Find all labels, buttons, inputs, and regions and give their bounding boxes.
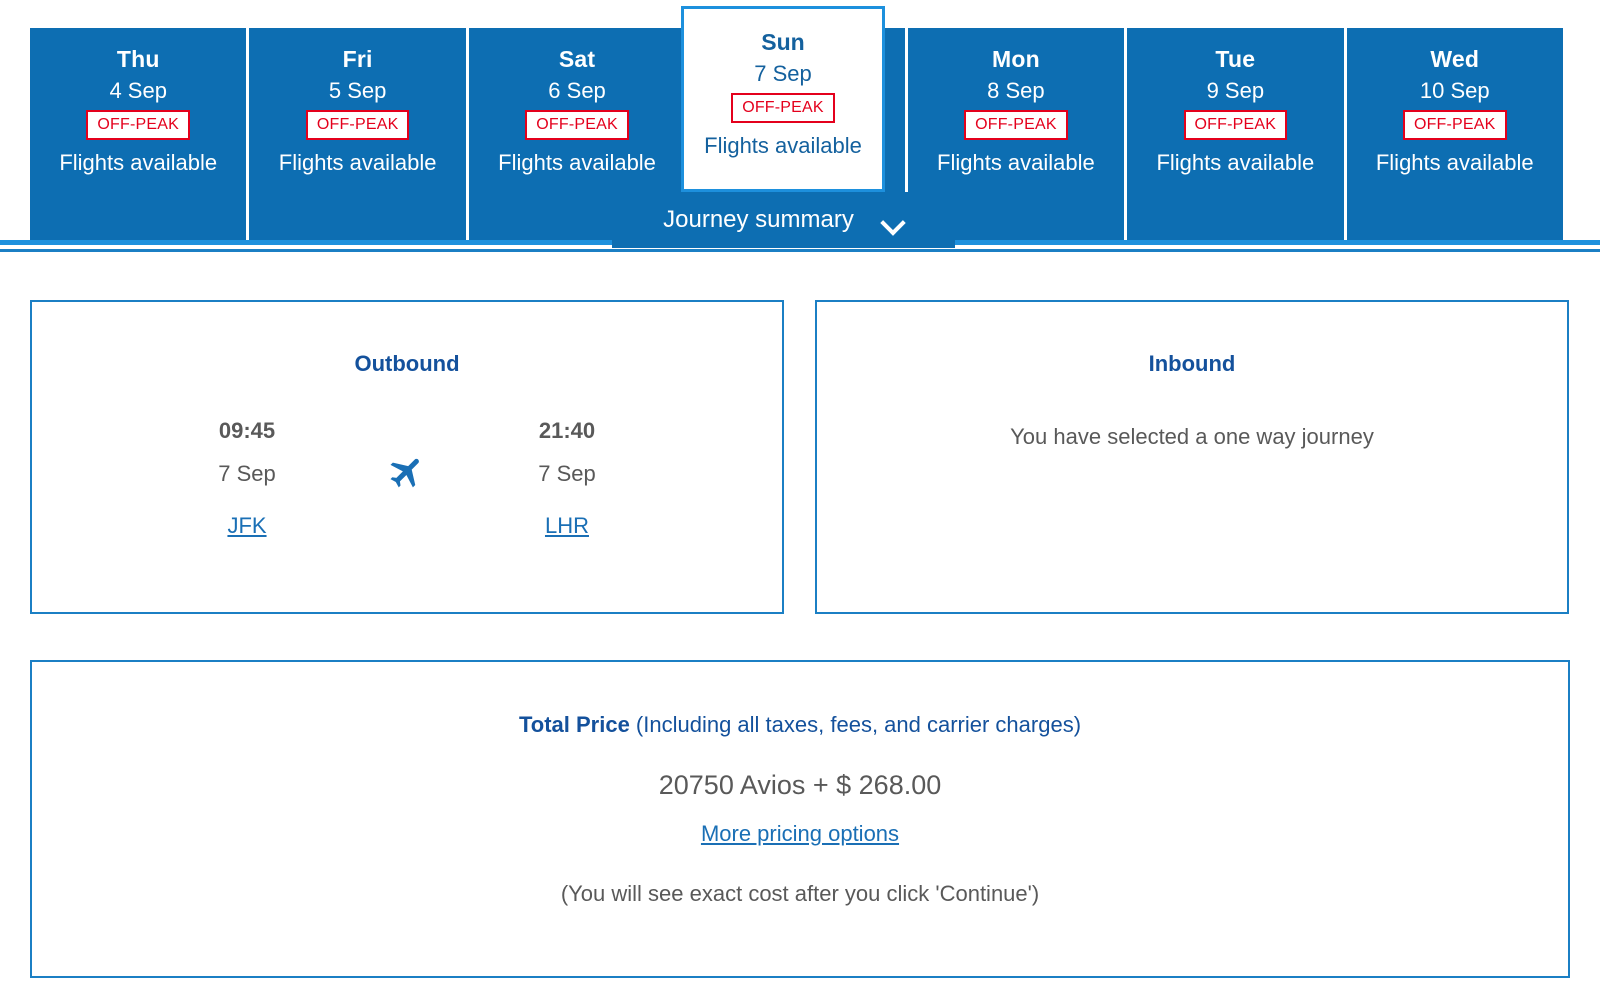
off-peak-badge: OFF-PEAK	[731, 93, 835, 123]
off-peak-badge: OFF-PEAK	[86, 110, 191, 140]
date-tab-day-of-week: Tue	[1215, 46, 1256, 72]
total-price-label: Total Price	[518, 712, 630, 737]
date-tab-date: 5 Sep	[328, 78, 387, 103]
selected-date-day-of-week: Sun	[761, 29, 805, 55]
flight-direction-indicator	[347, 414, 467, 492]
badge-row: OFF-PEAK	[469, 108, 685, 142]
inbound-message: You have selected a one way journey	[1010, 424, 1374, 449]
selected-date-date: 7 Sep	[754, 61, 812, 86]
date-tab-availability: Flights available	[1375, 150, 1534, 175]
airplane-icon	[387, 452, 427, 492]
off-peak-badge: OFF-PEAK	[305, 110, 410, 140]
total-price-sublabel: (Including all taxes, fees, and carrier …	[629, 712, 1082, 737]
outbound-depart-time: 09:45	[218, 418, 276, 443]
total-price-amount: 20750 Avios + $ 268.00	[658, 770, 942, 800]
date-tab-day-of-week: Thu	[116, 46, 160, 72]
date-tab-availability: Flights available	[59, 150, 218, 175]
outbound-depart-date: 7 Sep	[218, 461, 276, 486]
selected-date-card[interactable]: Sun 7 Sep OFF-PEAK Flights available	[681, 6, 885, 192]
outbound-arrive-time: 21:40	[538, 418, 596, 443]
date-tab-wed[interactable]: Wed 10 Sep OFF-PEAK Flights available	[1346, 28, 1563, 240]
selected-date-availability: Flights available	[704, 133, 862, 158]
date-tab-thu[interactable]: Thu 4 Sep OFF-PEAK Flights available	[30, 28, 250, 240]
badge-row: OFF-PEAK	[1127, 108, 1343, 142]
date-tab-tue[interactable]: Tue 9 Sep OFF-PEAK Flights available	[1127, 28, 1347, 240]
outbound-departure: 09:45 7 Sep JFK	[147, 414, 347, 552]
strip-divider-rule	[0, 249, 1600, 252]
date-tab-day-of-week: Mon	[991, 46, 1040, 72]
inbound-panel: Inbound You have selected a one way jour…	[815, 300, 1569, 614]
inbound-title: Inbound	[1148, 351, 1236, 376]
more-pricing-options-link[interactable]: More pricing options	[701, 819, 899, 849]
journey-summary-toggle[interactable]: Journey summary	[612, 192, 955, 248]
date-tab-date: 4 Sep	[109, 78, 167, 103]
outbound-arrival: 21:40 7 Sep LHR	[467, 414, 667, 552]
outbound-arrive-airport-link[interactable]: LHR	[467, 500, 667, 552]
date-tab-date: 6 Sep	[548, 78, 606, 103]
off-peak-badge: OFF-PEAK	[964, 110, 1068, 140]
outbound-panel: Outbound 09:45 7 Sep JFK 21:40 7 Sep LHR	[30, 300, 784, 614]
journey-summary-label: Journey summary	[663, 206, 854, 233]
badge-row: OFF-PEAK	[908, 108, 1124, 142]
badge-row: OFF-PEAK	[684, 91, 882, 125]
total-price-heading: Total Price (Including all taxes, fees, …	[32, 710, 1568, 740]
date-tab-date: 9 Sep	[1206, 78, 1265, 103]
off-peak-badge: OFF-PEAK	[1402, 110, 1507, 140]
outbound-title: Outbound	[354, 351, 460, 376]
total-price-panel: Total Price (Including all taxes, fees, …	[30, 660, 1570, 978]
badge-row: OFF-PEAK	[249, 108, 465, 142]
badge-row: OFF-PEAK	[1347, 108, 1563, 142]
outbound-depart-airport-link[interactable]: JFK	[147, 500, 347, 552]
date-tab-availability: Flights available	[1156, 150, 1315, 175]
total-price-note: (You will see exact cost after you click…	[560, 881, 1040, 906]
outbound-leg: 09:45 7 Sep JFK 21:40 7 Sep LHR	[32, 414, 782, 552]
date-tab-day-of-week: Fri	[342, 46, 373, 72]
badge-row: OFF-PEAK	[30, 108, 246, 142]
journey-cards-row: Outbound 09:45 7 Sep JFK 21:40 7 Sep LHR…	[30, 300, 1570, 614]
outbound-arrive-date: 7 Sep	[538, 461, 596, 486]
date-tab-fri[interactable]: Fri 5 Sep OFF-PEAK Flights available	[249, 28, 469, 240]
chevron-down-icon[interactable]	[882, 214, 904, 226]
date-selector-strip: Thu 4 Sep OFF-PEAK Flights available Fri…	[0, 0, 1600, 252]
date-tab-day-of-week: Sat	[558, 46, 596, 72]
off-peak-badge: OFF-PEAK	[1183, 110, 1288, 140]
off-peak-badge: OFF-PEAK	[525, 110, 629, 140]
date-tab-availability: Flights available	[498, 150, 656, 175]
date-tab-day-of-week: Wed	[1430, 46, 1480, 72]
date-tab-date: 10 Sep	[1419, 78, 1490, 103]
date-tab-availability: Flights available	[937, 150, 1095, 175]
date-tab-availability: Flights available	[278, 150, 437, 175]
date-tab-date: 8 Sep	[987, 78, 1045, 103]
